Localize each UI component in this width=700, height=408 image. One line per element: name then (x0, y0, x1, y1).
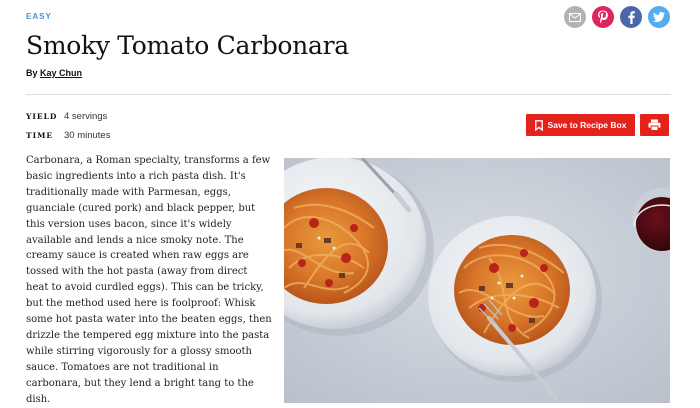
facebook-icon (627, 10, 635, 24)
time-value: 30 minutes (64, 130, 111, 141)
difficulty-label: EASY (26, 12, 52, 21)
pinterest-icon (598, 10, 608, 24)
share-email-button[interactable] (564, 6, 586, 28)
email-icon (569, 12, 581, 22)
byline: By Kay Chun (26, 68, 82, 78)
divider (26, 94, 671, 95)
yield-label: YIELD (26, 112, 58, 121)
save-button-label: Save to Recipe Box (547, 120, 627, 130)
save-to-recipe-box-button[interactable]: Save to Recipe Box (526, 114, 635, 136)
share-pinterest-button[interactable] (592, 6, 614, 28)
bookmark-icon (534, 119, 543, 131)
yield-value: 4 servings (64, 111, 108, 122)
share-facebook-button[interactable] (620, 6, 642, 28)
time-row: TIME 30 minutes (26, 130, 110, 141)
printer-icon (648, 119, 661, 131)
author-link[interactable]: Kay Chun (40, 68, 82, 78)
yield-row: YIELD 4 servings (26, 111, 107, 122)
print-button[interactable] (640, 114, 669, 136)
share-twitter-button[interactable] (648, 6, 670, 28)
twitter-icon (653, 12, 665, 22)
recipe-title: Smoky Tomato Carbonara (26, 31, 349, 60)
byline-prefix: By (26, 68, 41, 78)
recipe-photo (284, 158, 670, 403)
time-label: TIME (26, 131, 54, 140)
recipe-intro: Carbonara, a Roman specialty, transforms… (26, 155, 272, 405)
